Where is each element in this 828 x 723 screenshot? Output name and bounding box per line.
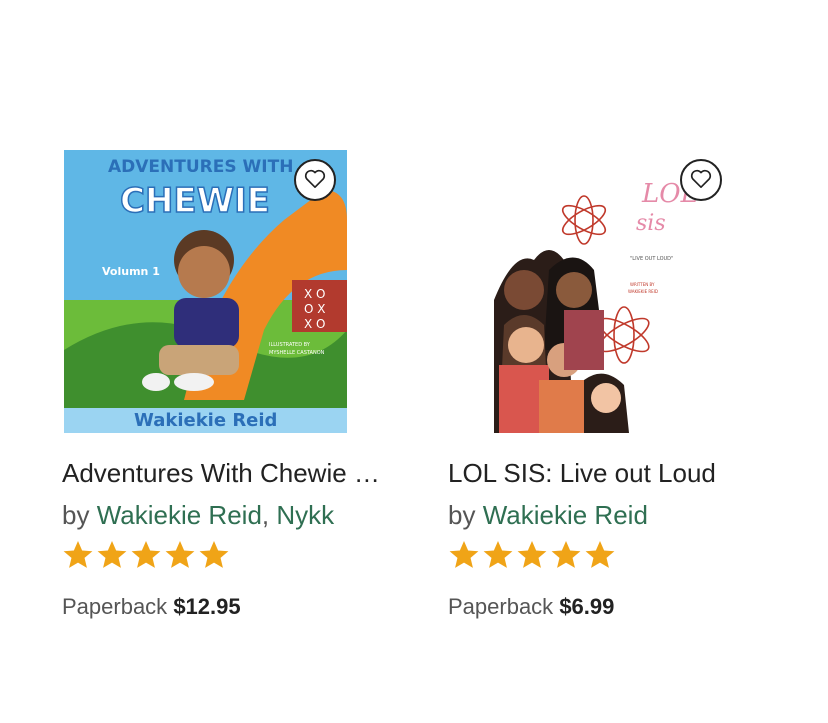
cover-title-line1: ADVENTURES WITH [108,157,293,177]
cover-illustrated-by: ILLUSTRATED BY [269,342,311,348]
star-icon [199,541,229,568]
star-icon [97,541,127,568]
format-label: Paperback [62,594,168,619]
cover-author: Wakiekie Reid [134,410,277,431]
author-link[interactable]: Wakiekie Reid [97,500,262,530]
cover-written-by: WRITTEN BY [630,282,655,287]
star-icon [63,541,93,568]
by-label: by [62,500,90,530]
product-title[interactable]: Adventures With Chewie Volumn 1 [62,457,382,489]
product-byline: by Wakiekie Reid, Nykk [62,499,382,531]
author-link[interactable]: Wakiekie Reid [483,500,648,530]
star-icon [551,541,581,568]
svg-text:O X: O X [304,302,325,316]
heart-outline-icon [690,169,712,192]
cover-subtitle: "LIVE OUT LOUD" [630,256,673,262]
star-rating [62,539,392,571]
heart-outline-icon [304,169,326,192]
svg-text:X O: X O [304,287,325,301]
product-card[interactable]: LOL sis "LIVE OUT LOUD" WRITTEN BY WAKIE… [448,150,778,621]
star-icon [483,541,513,568]
by-label: by [448,500,476,530]
cover-illustrator: MYSHELLE CASTANON [269,350,325,356]
product-byline: by Wakiekie Reid [448,499,768,531]
cover-title-line2: CHEWIE [120,181,270,221]
star-icon [131,541,161,568]
star-rating [448,539,778,571]
star-icon [585,541,615,568]
format-label: Paperback [448,594,554,619]
star-icon [449,541,479,568]
cover-volume: Volumn 1 [102,265,160,278]
cover-title-line2: sis [636,211,666,236]
cover-author: WAKIEKIE REID [628,289,658,294]
star-icon [517,541,547,568]
author-separator: , [261,500,270,530]
product-title[interactable]: LOL SIS: Live out Loud [448,457,768,489]
price-value: $6.99 [559,594,615,619]
product-price-line: Paperback $6.99 [448,593,778,621]
author-link[interactable]: Nykk [276,500,334,530]
svg-text:X O: X O [304,317,325,331]
star-icon [165,541,195,568]
wishlist-button[interactable] [294,159,336,201]
price-value: $12.95 [173,594,241,619]
product-card[interactable]: X O O X X O ADVENTURES WITH CHEWIE Volum… [62,150,392,621]
wishlist-button[interactable] [680,159,722,201]
product-price-line: Paperback $12.95 [62,593,392,621]
